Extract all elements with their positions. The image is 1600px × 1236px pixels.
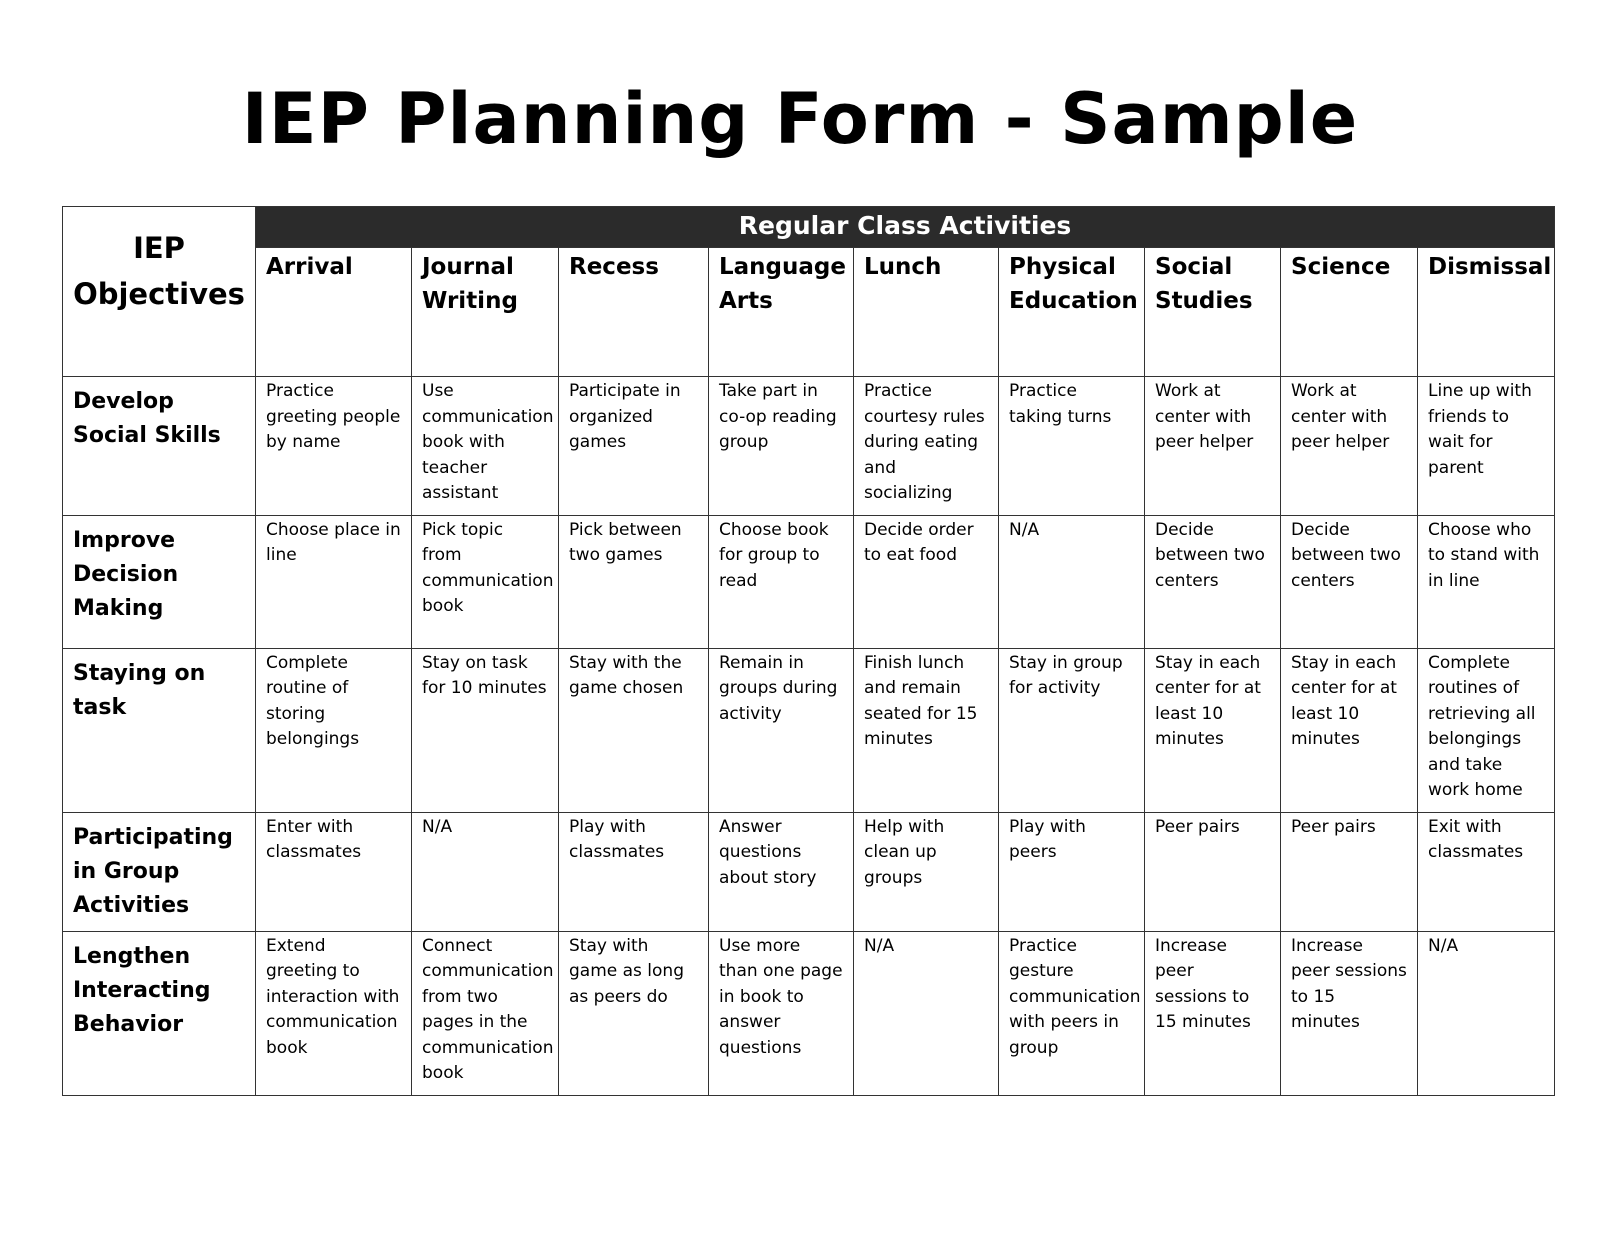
- regular-class-activities-header: Regular Class Activities: [254, 206, 1556, 248]
- objective-cell: Improve Decision Making: [62, 514, 256, 649]
- activity-cell: Stay in group for activity: [998, 647, 1145, 813]
- column-header: Physical Education: [998, 247, 1145, 377]
- activity-cell: Peer pairs: [1144, 811, 1281, 932]
- activity-cell: Complete routine of storing belongings: [255, 647, 412, 813]
- column-header: Recess: [558, 247, 709, 377]
- activity-cell: Practice gesture communication with peer…: [998, 930, 1145, 1096]
- activity-cell: Help with clean up groups: [853, 811, 999, 932]
- table-row: Staying on task Complete routine of stori…: [62, 647, 1556, 813]
- table-row: Participating in Group Activities Enter w…: [62, 811, 1556, 932]
- activity-cell: Work at center with peer helper: [1144, 376, 1281, 516]
- objective-cell: Staying on task: [62, 647, 256, 813]
- activity-cell: Exit with classmates: [1416, 811, 1556, 932]
- activity-cell: N/A: [998, 514, 1145, 649]
- activity-cell: Work at center with peer helper: [1280, 376, 1418, 516]
- table-row: Develop Social Skills Practice greeting p…: [62, 376, 1556, 516]
- activity-cell: Remain in groups during activity: [708, 647, 854, 813]
- objective-cell: Develop Social Skills: [62, 376, 256, 516]
- activity-cell: Stay in each center for at least 10 minu…: [1280, 647, 1418, 813]
- activity-cell: Stay with game as long as peers do: [558, 930, 709, 1096]
- activity-cell: Complete routines of retrieving all belo…: [1416, 647, 1556, 813]
- column-header: Journal Writing: [411, 247, 559, 377]
- activity-cell: Stay in each center for at least 10 minu…: [1144, 647, 1281, 813]
- activity-cell: Peer pairs: [1280, 811, 1418, 932]
- activity-cell: Pick between two games: [558, 514, 709, 649]
- objective-cell: Participating in Group Activities: [62, 811, 256, 932]
- iep-planning-table: IEP Objectives Regular Class Activities …: [62, 206, 1556, 1096]
- activity-cell: Enter with classmates: [255, 811, 412, 932]
- activity-cell: N/A: [853, 930, 999, 1096]
- activity-cell: Choose place in line: [255, 514, 412, 649]
- table-row: Improve Decision Making Choose place in l…: [62, 514, 1556, 649]
- activity-cell: Extend greeting to interaction with comm…: [255, 930, 412, 1096]
- column-header: Arrival: [255, 247, 412, 377]
- activity-cell: N/A: [1416, 930, 1556, 1096]
- activity-cell: Take part in co-op reading group: [708, 376, 854, 516]
- column-header: Dismissal: [1416, 247, 1556, 377]
- column-header: Lunch: [853, 247, 999, 377]
- activity-cell: Use communication book with teacher assi…: [411, 376, 559, 516]
- activity-cell: Connect communication from two pages in …: [411, 930, 559, 1096]
- column-header: Social Studies: [1144, 247, 1281, 377]
- iep-objectives-header: IEP Objectives: [62, 206, 256, 377]
- activity-cell: Choose book for group to read: [708, 514, 854, 649]
- activity-cell: Use more than one page in book to answer…: [708, 930, 854, 1096]
- column-header: Language Arts: [708, 247, 854, 377]
- activity-cell: Participate in organized games: [558, 376, 709, 516]
- activity-cell: Play with peers: [998, 811, 1145, 932]
- activity-cell: Stay on task for 10 minutes: [411, 647, 559, 813]
- activity-cell: N/A: [411, 811, 559, 932]
- activity-cell: Pick topic from communication book: [411, 514, 559, 649]
- activity-cell: Increase peer sessions to 15 minutes: [1144, 930, 1281, 1096]
- activity-cell: Play with classmates: [558, 811, 709, 932]
- activity-cell: Finish lunch and remain seated for 15 mi…: [853, 647, 999, 813]
- activity-cell: Decide between two centers: [1144, 514, 1281, 649]
- column-header: Science: [1280, 247, 1418, 377]
- activity-cell: Increase peer sessions to 15 minutes: [1280, 930, 1418, 1096]
- activity-cell: Stay with the game chosen: [558, 647, 709, 813]
- activity-cell: Decide between two centers: [1280, 514, 1418, 649]
- activity-cell: Decide order to eat food: [853, 514, 999, 649]
- activity-cell: Practice greeting people by name: [255, 376, 412, 516]
- activity-cell: Practice taking turns: [998, 376, 1145, 516]
- objective-cell: Lengthen Interacting Behavior: [62, 930, 256, 1096]
- activity-cell: Line up with friends to wait for parent: [1416, 376, 1556, 516]
- activity-cell: Practice courtesy rules during eating an…: [853, 376, 999, 516]
- page-title: IEP Planning Form - Sample: [241, 78, 1359, 160]
- table-row: Lengthen Interacting Behavior Extend gree…: [62, 930, 1556, 1096]
- activity-cell: Answer questions about story: [708, 811, 854, 932]
- activity-cell: Choose who to stand with in line: [1416, 514, 1556, 649]
